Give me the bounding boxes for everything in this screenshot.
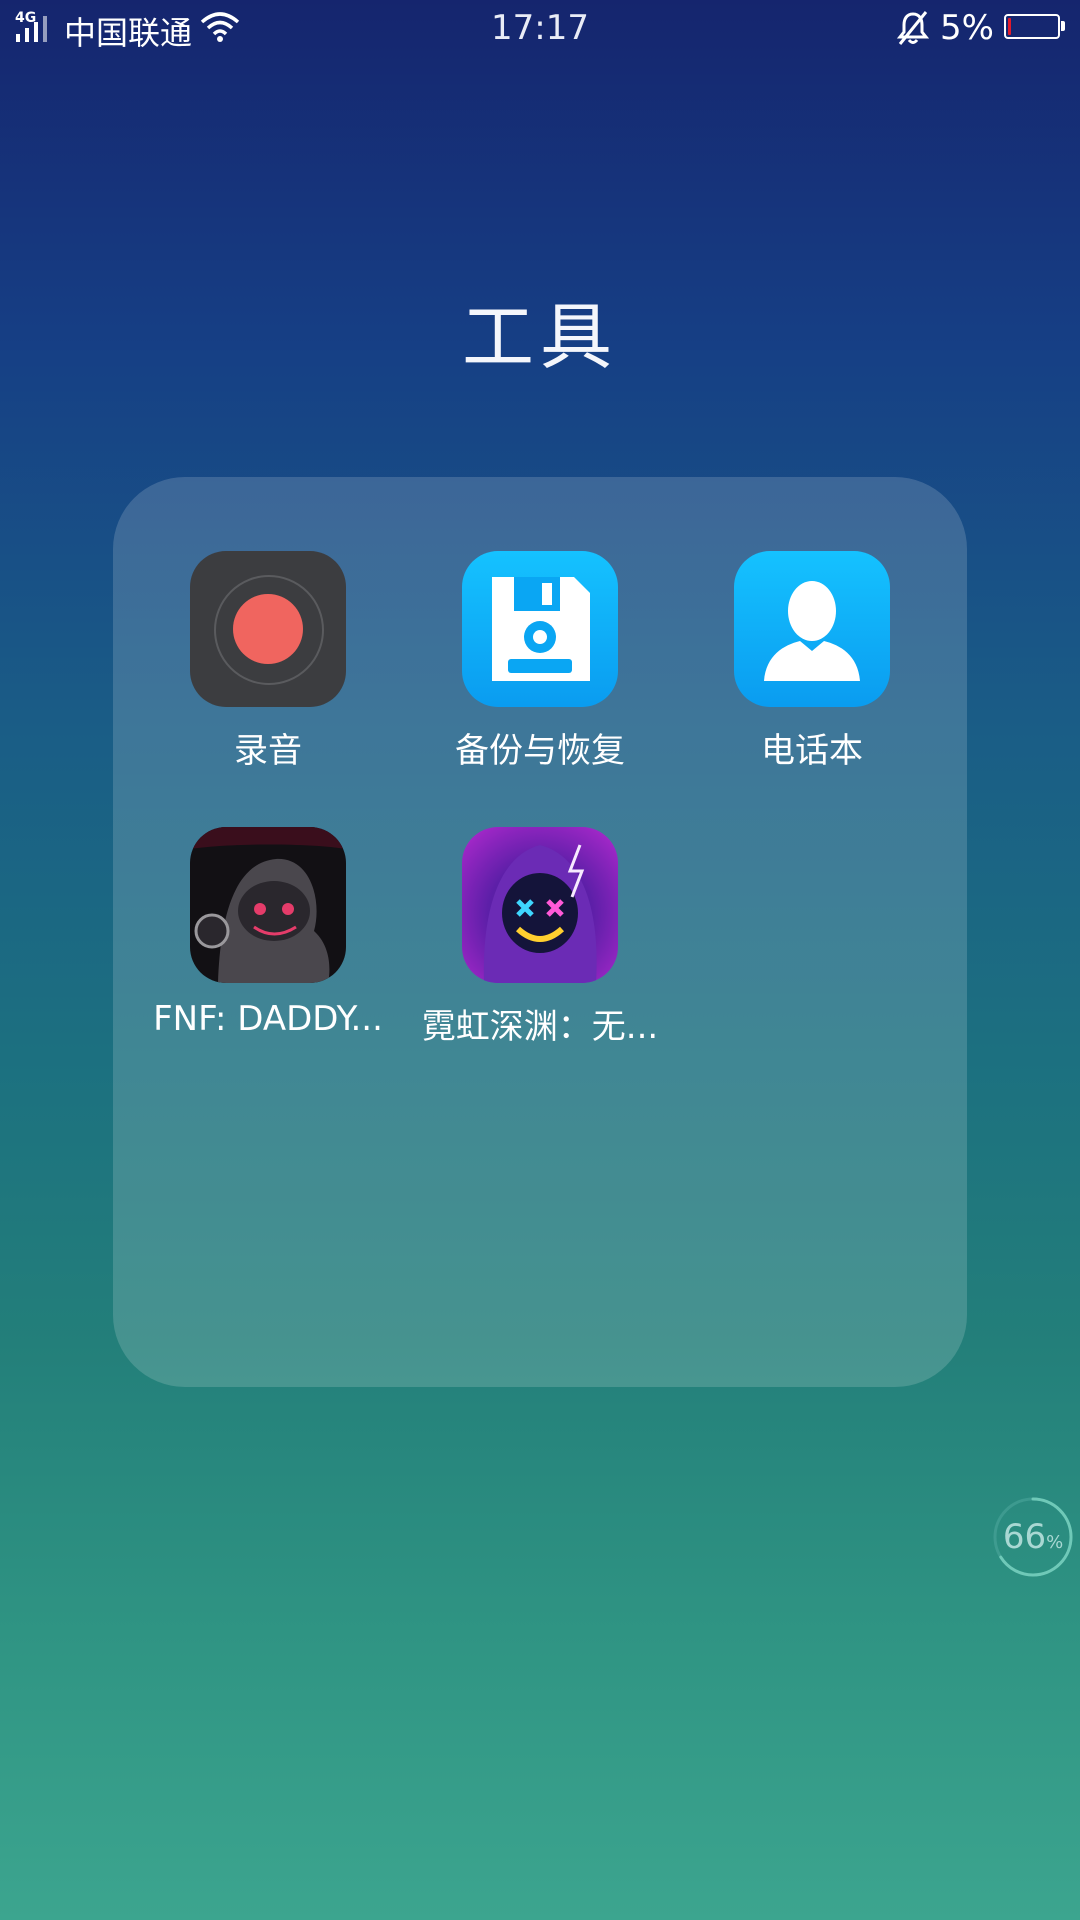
app-neon-abyss[interactable]: 霓虹深渊：无... xyxy=(420,827,660,1048)
app-label: 电话本 xyxy=(761,731,863,771)
app-label: 录音 xyxy=(234,731,302,771)
battery-nub xyxy=(1061,21,1065,31)
battery-level-fill xyxy=(1008,18,1011,35)
app-label: FNF: DADDY... xyxy=(153,999,383,1039)
app-label: 备份与恢复 xyxy=(455,731,625,771)
app-contacts[interactable]: 电话本 xyxy=(692,551,932,772)
fnf-daddy-icon[interactable] xyxy=(190,827,346,983)
recorder-icon[interactable] xyxy=(190,551,346,707)
bell-muted-icon xyxy=(896,11,930,45)
battery-percent: 5% xyxy=(940,8,994,48)
folder-panel: 录音 备份与恢复 电话本 FNF: DADDY... 霓虹深渊：无... xyxy=(113,477,967,1387)
contacts-icon[interactable] xyxy=(734,551,890,707)
app-label: 霓虹深渊：无... xyxy=(421,1007,659,1047)
app-fnf-daddy[interactable]: FNF: DADDY... xyxy=(148,827,388,1039)
backup-restore-icon[interactable] xyxy=(462,551,618,707)
status-bar: 4G 中国联通 17:17 5% xyxy=(0,0,1080,58)
memory-percent[interactable]: 66% xyxy=(991,1517,1075,1557)
battery-icon xyxy=(1004,14,1060,39)
memory-unit: % xyxy=(1046,1532,1064,1553)
folder-title[interactable]: 工具 xyxy=(0,278,1080,383)
neon-abyss-icon[interactable] xyxy=(462,827,618,983)
memory-value: 66 xyxy=(1002,1517,1047,1557)
app-backup-restore[interactable]: 备份与恢复 xyxy=(420,551,660,772)
app-recorder[interactable]: 录音 xyxy=(148,551,388,772)
